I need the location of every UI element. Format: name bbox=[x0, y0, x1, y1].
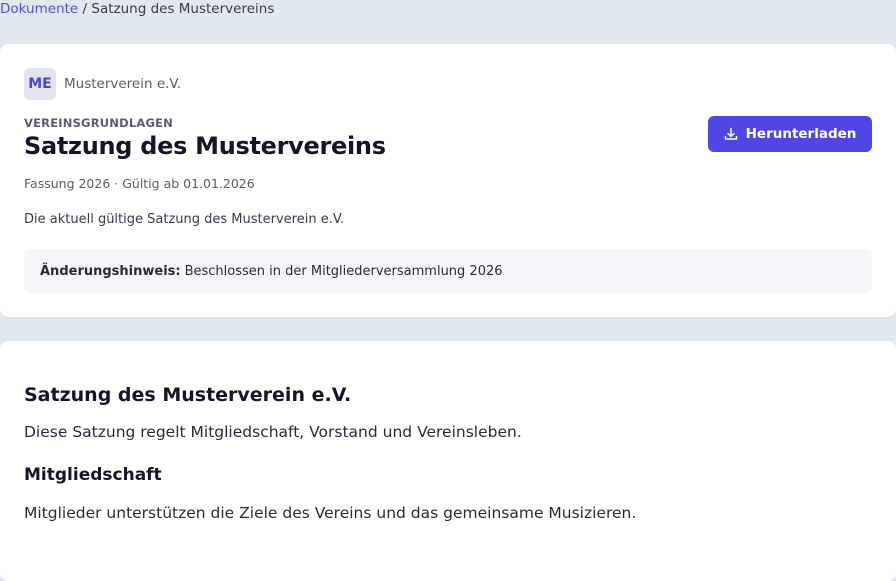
avatar: ME bbox=[24, 68, 56, 100]
document-description: Die aktuell gültige Satzung des Musterve… bbox=[24, 212, 345, 227]
content-intro: Diese Satzung regelt Mitgliedschaft, Vor… bbox=[24, 423, 522, 441]
content-heading: Satzung des Musterverein e.V. bbox=[24, 384, 352, 406]
download-button[interactable]: Herunterladen bbox=[708, 116, 872, 152]
breadcrumb-separator: / bbox=[78, 1, 92, 17]
change-notice-label: Änderungshinweis: bbox=[40, 263, 181, 279]
section-heading-mitgliedschaft: Mitgliedschaft bbox=[24, 465, 162, 485]
change-notice-text: Beschlossen in der Mitgliederversammlung… bbox=[184, 263, 503, 279]
document-header-card: ME Musterverein e.V. VEREINSGRUNDLAGEN S… bbox=[0, 44, 896, 317]
page-title: Satzung des Mustervereins bbox=[24, 132, 386, 160]
section-text-mitgliedschaft: Mitglieder unterstützen die Ziele des Ve… bbox=[24, 504, 637, 522]
organization: ME Musterverein e.V. bbox=[24, 68, 181, 100]
change-notice: Änderungshinweis: Beschlossen in der Mit… bbox=[24, 249, 872, 293]
breadcrumb-current: Satzung des Mustervereins bbox=[91, 1, 275, 17]
breadcrumb: Dokumente / Satzung des Mustervereins bbox=[0, 0, 274, 20]
download-icon bbox=[724, 127, 738, 141]
document-category: VEREINSGRUNDLAGEN bbox=[24, 116, 174, 130]
organization-name: Musterverein e.V. bbox=[64, 76, 182, 92]
document-content-card: Satzung des Musterverein e.V. Diese Satz… bbox=[0, 341, 896, 581]
document-meta: Fassung 2026 · Gültig ab 01.01.2026 bbox=[24, 176, 255, 191]
breadcrumb-link-dokumente[interactable]: Dokumente bbox=[0, 1, 78, 17]
download-button-label: Herunterladen bbox=[745, 126, 857, 142]
